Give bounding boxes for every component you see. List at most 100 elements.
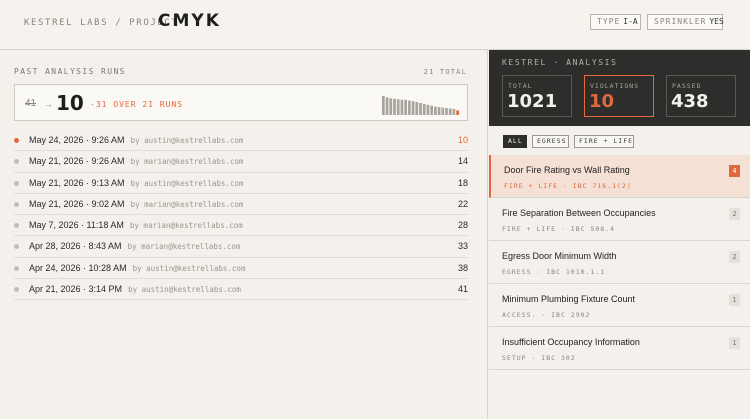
- violation-item[interactable]: Minimum Plumbing Fixture Count ACCESS. · …: [489, 284, 750, 327]
- run-date-text: May 21, 2026 · 9:02 AM: [29, 198, 125, 209]
- run-status-dot: [14, 287, 19, 293]
- stat-total: TOTAL 1021: [502, 75, 572, 117]
- run-date: Apr 21, 2026 · 3:14 PM by austin@kestrell…: [29, 284, 241, 294]
- run-date: Apr 24, 2026 · 10:28 AM by austin@kestrel…: [29, 263, 245, 273]
- filter-fire-life[interactable]: FIRE + LIFE: [574, 135, 634, 148]
- sprinkler-chip[interactable]: SPRINKLER YES: [647, 14, 724, 30]
- sparkline-bar: [393, 98, 396, 115]
- run-author: by marian@kestrellabs.com: [130, 199, 244, 209]
- stat-passed: PASSED 438: [666, 75, 736, 117]
- run-row[interactable]: Apr 21, 2026 · 3:14 PM by austin@kestrell…: [14, 279, 468, 301]
- run-row[interactable]: Apr 24, 2026 · 10:28 AM by austin@kestrel…: [14, 258, 468, 280]
- type-chip-key: TYPE: [597, 17, 621, 26]
- run-row[interactable]: May 21, 2026 · 9:26 AM by marian@kestrell…: [14, 151, 468, 173]
- violation-title: Fire Separation Between Occupancies: [502, 208, 656, 218]
- stat-passed-label: PASSED: [672, 82, 702, 90]
- violation-count-badge: 4: [729, 165, 740, 177]
- sparkline-bar: [434, 106, 437, 115]
- run-violation-count: 38: [457, 262, 468, 273]
- stat-total-value: 1021: [507, 91, 558, 112]
- sparkline-bar: [441, 107, 445, 115]
- filter-egress[interactable]: EGRESS: [532, 135, 569, 148]
- run-violation-count: 22: [457, 198, 468, 209]
- sparkline-bar: [452, 108, 456, 115]
- violation-item[interactable]: Insufficient Occupancy Information SETUP …: [489, 327, 750, 370]
- sprinkler-chip-key: SPRINKLER: [654, 17, 707, 26]
- runs-total-count: 21 TOTAL: [423, 68, 467, 76]
- project-title: CMYK: [158, 11, 221, 31]
- run-date: May 21, 2026 · 9:26 AM by marian@kestrell…: [29, 156, 243, 166]
- violation-meta: FIRE + LIFE · IBC 716.1(2): [504, 182, 632, 190]
- run-violation-count: 18: [457, 177, 468, 188]
- top-header: KESTREL LABS / PROJECT CMYK TYPE I-A SPRI…: [0, 0, 750, 50]
- type-chip[interactable]: TYPE I-A: [590, 14, 641, 30]
- run-author: by marian@kestrellabs.com: [130, 157, 244, 167]
- sparkline-bar: [430, 105, 433, 115]
- violation-item[interactable]: Door Fire Rating vs Wall Rating FIRE + LI…: [489, 155, 750, 198]
- run-row[interactable]: May 21, 2026 · 9:13 AM by austin@kestrell…: [14, 173, 468, 194]
- summary-old-value: 41: [25, 98, 37, 109]
- sparkline-bar: [389, 98, 393, 115]
- stat-violations-label: VIOLATIONS: [590, 82, 640, 90]
- run-author: by austin@kestrellabs.com: [130, 178, 244, 188]
- run-status-dot: [14, 244, 19, 250]
- run-date: Apr 28, 2026 · 8:43 AM by marian@kestrell…: [29, 241, 240, 251]
- sparkline-bar: [400, 99, 404, 115]
- violation-title: Insufficient Occupancy Information: [502, 337, 640, 347]
- sparkline: [382, 96, 459, 115]
- run-row[interactable]: May 24, 2026 · 9:26 AM by austin@kestrell…: [14, 130, 468, 152]
- run-status-dot: [14, 201, 19, 207]
- run-row[interactable]: May 21, 2026 · 9:02 AM by marian@kestrell…: [14, 194, 468, 216]
- violation-meta: EGRESS · IBC 1010.1.1: [502, 268, 606, 276]
- run-date-text: Apr 24, 2026 · 10:28 AM: [29, 262, 127, 273]
- run-violation-count: 14: [457, 156, 468, 167]
- runs-section-title: PAST ANALYSIS RUNS: [14, 67, 126, 76]
- run-row[interactable]: May 7, 2026 · 11:18 AM by marian@kestrell…: [14, 215, 468, 237]
- filter-all[interactable]: ALL: [503, 135, 527, 148]
- sparkline-bar: [411, 101, 415, 115]
- sparkline-bar: [422, 103, 426, 115]
- analysis-title: KESTREL · ANALYSIS: [502, 58, 618, 67]
- violation-meta: SETUP · IBC 302: [502, 354, 576, 362]
- run-row[interactable]: Apr 28, 2026 · 8:43 AM by marian@kestrell…: [14, 236, 468, 258]
- violation-meta: FIRE + LIFE · IBC 508.4: [502, 225, 616, 233]
- run-status-dot: [14, 180, 19, 186]
- run-status-dot: [14, 138, 19, 143]
- summary-arrow: →: [44, 99, 53, 109]
- run-author: by austin@kestrellabs.com: [130, 136, 244, 145]
- stat-violations: VIOLATIONS 10: [584, 75, 654, 117]
- run-status-dot: [14, 159, 19, 165]
- run-date-text: Apr 21, 2026 · 3:14 PM: [29, 284, 123, 295]
- violation-count-badge: 1: [729, 294, 740, 306]
- runs-summary: 41 → 10 -31 OVER 21 RUNS: [14, 84, 468, 121]
- violations-list: Door Fire Rating vs Wall Rating FIRE + LI…: [489, 155, 750, 370]
- sparkline-bar: [456, 110, 459, 115]
- violation-item[interactable]: Egress Door Minimum Width EGRESS · IBC 10…: [489, 241, 750, 284]
- sparkline-bar: [396, 99, 400, 115]
- run-author: by austin@kestrellabs.com: [132, 263, 246, 273]
- sparkline-bar: [408, 100, 411, 115]
- sparkline-bar: [382, 96, 385, 115]
- run-violation-count: 10: [457, 135, 468, 145]
- breadcrumb: KESTREL LABS / PROJECT: [24, 18, 179, 28]
- sparkline-bar: [426, 104, 430, 115]
- violation-count-badge: 1: [729, 337, 740, 349]
- run-date-text: May 24, 2026 · 9:26 AM: [29, 135, 125, 145]
- violation-count-badge: 2: [729, 251, 740, 263]
- runs-list: May 24, 2026 · 9:26 AM by austin@kestrell…: [14, 130, 468, 301]
- run-status-dot: [14, 223, 19, 229]
- run-status-dot: [14, 265, 19, 271]
- sparkline-bar: [445, 108, 448, 115]
- sparkline-bar: [404, 99, 407, 115]
- violation-item[interactable]: Fire Separation Between Occupancies FIRE …: [489, 198, 750, 241]
- run-author: by marian@kestrellabs.com: [129, 221, 243, 231]
- sparkline-bar: [415, 102, 419, 115]
- violation-title: Minimum Plumbing Fixture Count: [502, 294, 636, 304]
- sparkline-bar: [437, 107, 441, 115]
- run-violation-count: 33: [457, 241, 468, 252]
- sprinkler-chip-value: YES: [709, 17, 724, 26]
- violation-title: Egress Door Minimum Width: [502, 251, 617, 261]
- analysis-header: KESTREL · ANALYSIS TOTAL 1021 VIOLATIONS…: [489, 50, 750, 126]
- run-date-text: Apr 28, 2026 · 8:43 AM: [29, 241, 122, 252]
- violation-count-badge: 2: [729, 208, 740, 220]
